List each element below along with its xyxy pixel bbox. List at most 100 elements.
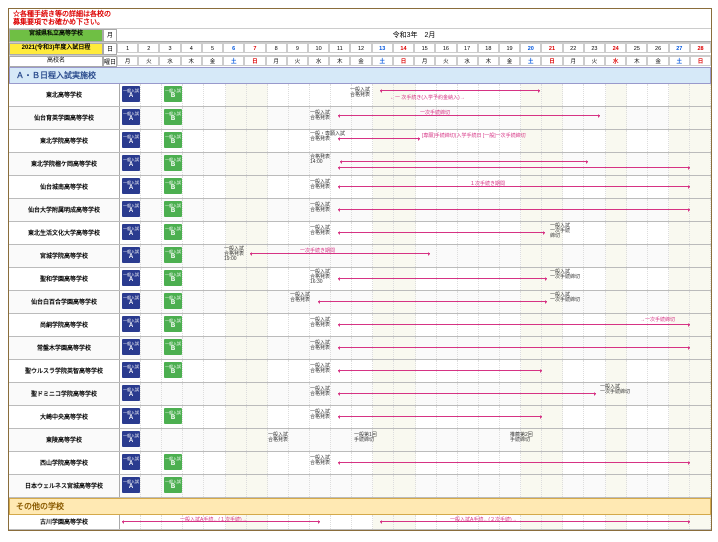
day-of-week: 金 [499,56,520,66]
timeline: 一般入試A一般入試B一般入試合格発表 [120,452,711,474]
schedule-document: ☆各種手続き等の詳細は各校の 募集要項でお確かめ下さい。 宮城県私立高等学校 月… [8,8,712,531]
period-arrow [340,161,588,162]
exam-a-badge: 一般入試A [122,270,140,286]
event-label: 合格発表14:00 [310,155,330,165]
timeline: 一般入試A一般入試B一般入試合格発表一般入試一次手続締切 [120,291,711,313]
event-label: 一般入試合格発表 [290,293,310,303]
exam-a-badge: 一般入試A [122,178,140,194]
school-name: 宮城学院高等学校 [9,245,120,267]
exam-a-badge: 一般入試A [122,293,140,309]
event-label: 一般入試合格発表 [310,203,330,213]
period-arrow [250,253,430,254]
school-name: 東北高等学校 [9,84,120,106]
day-of-week: 土 [372,56,393,66]
day-of-week: 日 [541,56,562,66]
timeline: 一般入試A手続←(１次手続)→一般入試A手続←(２次手続)→ [120,515,711,529]
timeline: 一般入試A一般入試B一般入試合格発表→一次手続締切 [120,314,711,336]
school-row: 東北生活文化大学高等学校一般入試A一般入試B一般入試合格発表一般入試一次手続締切 [9,222,711,245]
day-number: 6 [223,43,244,53]
school-name: 常盤木学園高等学校 [9,337,120,359]
exam-a-badge: 一般入試A [122,224,140,240]
exam-b-badge: 一般入試B [164,201,182,217]
event-label: 一般入試一次手続締切 [550,224,570,239]
day-of-week: 木 [181,56,202,66]
school-name: 仙台城南高等学校 [9,176,120,198]
exam-b-badge: 一般入試B [164,86,182,102]
event-label: 一般入試合格発表16:30 [310,270,330,285]
school-name: 東北学院高等学校 [9,130,120,152]
school-row: 聖ドミニコ学院高等学校一般入試A一般入試合格発表一般入試一次手続締切 [9,383,711,406]
day-of-week: 月 [266,56,287,66]
period-label: 一般入試A手続←(１次手続)→ [180,516,247,523]
header-row-2: 2021(令和3)年度入試日程 日 1234567891011121314151… [9,42,711,54]
exam-b-badge: 一般入試B [164,477,182,493]
school-name: 仙台育英学園高等学校 [9,107,120,129]
period-label: →一次手続締切 [640,316,675,323]
day-of-week: 火 [287,56,308,66]
section-other-header: その他の学校 [9,498,711,515]
school-row: 仙台城南高等学校一般入試A一般入試B一般入試合格発表１次手続き期間 [9,176,711,199]
day-number: 27 [669,43,690,53]
day-of-week: 火 [435,56,456,66]
period-label: 一次手続締切 [420,109,450,116]
period-arrow [338,115,600,116]
exam-a-badge: 一般入試A [122,385,140,401]
school-name: 仙台大学附属明成高等学校 [9,199,120,221]
day-number: 18 [478,43,499,53]
school-row: 大崎中央高等学校一般入試A一般入試B一般入試合格発表 [9,406,711,429]
school-row: 東北学院榴ケ岡高等学校一般入試A一般入試B合格発表14:00 [9,153,711,176]
day-of-week: 金 [647,56,668,66]
period-arrow [338,393,596,394]
exam-b-badge: 一般入試B [164,316,182,332]
day-of-week: 木 [329,56,350,66]
exam-b-badge: 一般入試B [164,454,182,470]
hdr-era: 令和3年 2月 [117,29,711,42]
school-row: 尚絅学院高等学校一般入試A一般入試B一般入試合格発表→一次手続締切 [9,314,711,337]
timeline: 一般入試A一般入試B一般入試合格発表←一 次手続き(入学予約金納入)→ [120,84,711,106]
day-number: 13 [372,43,393,53]
section-ab-header: Ａ・Ｂ日程入試実施校 [9,67,711,84]
day-of-week: 木 [478,56,499,66]
day-of-week: 水 [457,56,478,66]
period-arrow [338,347,690,348]
period-label: ←一 次手続き(入学予約金納入)→ [390,94,465,101]
event-label: 一般入試合格発表19:00 [224,247,244,262]
school-name: 東陵高等学校 [9,429,120,451]
school-row: 東北高等学校一般入試A一般入試B一般入試合格発表←一 次手続き(入学予約金納入)… [9,84,711,107]
exam-a-badge: 一般入試A [122,339,140,355]
timeline: 一般入試A一般入試B一般入試合格発表１次手続き期間 [120,176,711,198]
day-of-week: 水 [605,56,626,66]
day-of-week: 水 [308,56,329,66]
event-label: 一般第1回手続締切 [354,433,377,443]
hdr-dow-label: 曜日 [103,56,117,67]
exam-b-badge: 一般入試B [164,270,182,286]
school-name: 尚絅学院高等学校 [9,314,120,336]
day-number: 14 [393,43,414,53]
timeline: 一般入試A一般入試B一般入試合格発表一次手続締切 [120,107,711,129]
day-of-week: 土 [223,56,244,66]
exam-b-badge: 一般入試B [164,224,182,240]
day-number: 15 [414,43,435,53]
day-of-week: 日 [244,56,265,66]
exam-b-badge: 一般入試B [164,362,182,378]
event-label: 一般入試合格発表 [310,387,330,397]
day-number: 24 [605,43,626,53]
period-arrow [338,462,690,463]
day-number: 3 [159,43,180,53]
day-of-week: 金 [202,56,223,66]
exam-b-badge: 一般入試B [164,132,182,148]
exam-b-badge: 一般入試B [164,247,182,263]
hdr-school-label: 高校名 [9,56,103,67]
timeline: 一般入試A一般入試合格発表一般入試一次手続締切 [120,383,711,405]
exam-a-badge: 一般入試A [122,454,140,470]
hdr-month-label: 月 [103,29,117,42]
day-number: 21 [541,43,562,53]
event-label: 推薦第2回手続締切 [510,433,533,443]
day-of-week: 月 [414,56,435,66]
school-name: 聖ウルスラ学院英智高等学校 [9,360,120,382]
day-number: 10 [308,43,329,53]
event-label: 一般入試合格発表 [310,226,330,236]
event-label: 一般入試合格発表 [310,318,330,328]
timeline: 一般入試A一般入試B一般・専願入試合格発表[専願]手続締切(入学手続日 [一般]… [120,130,711,152]
school-row: 仙台育英学園高等学校一般入試A一般入試B一般入試合格発表一次手続締切 [9,107,711,130]
